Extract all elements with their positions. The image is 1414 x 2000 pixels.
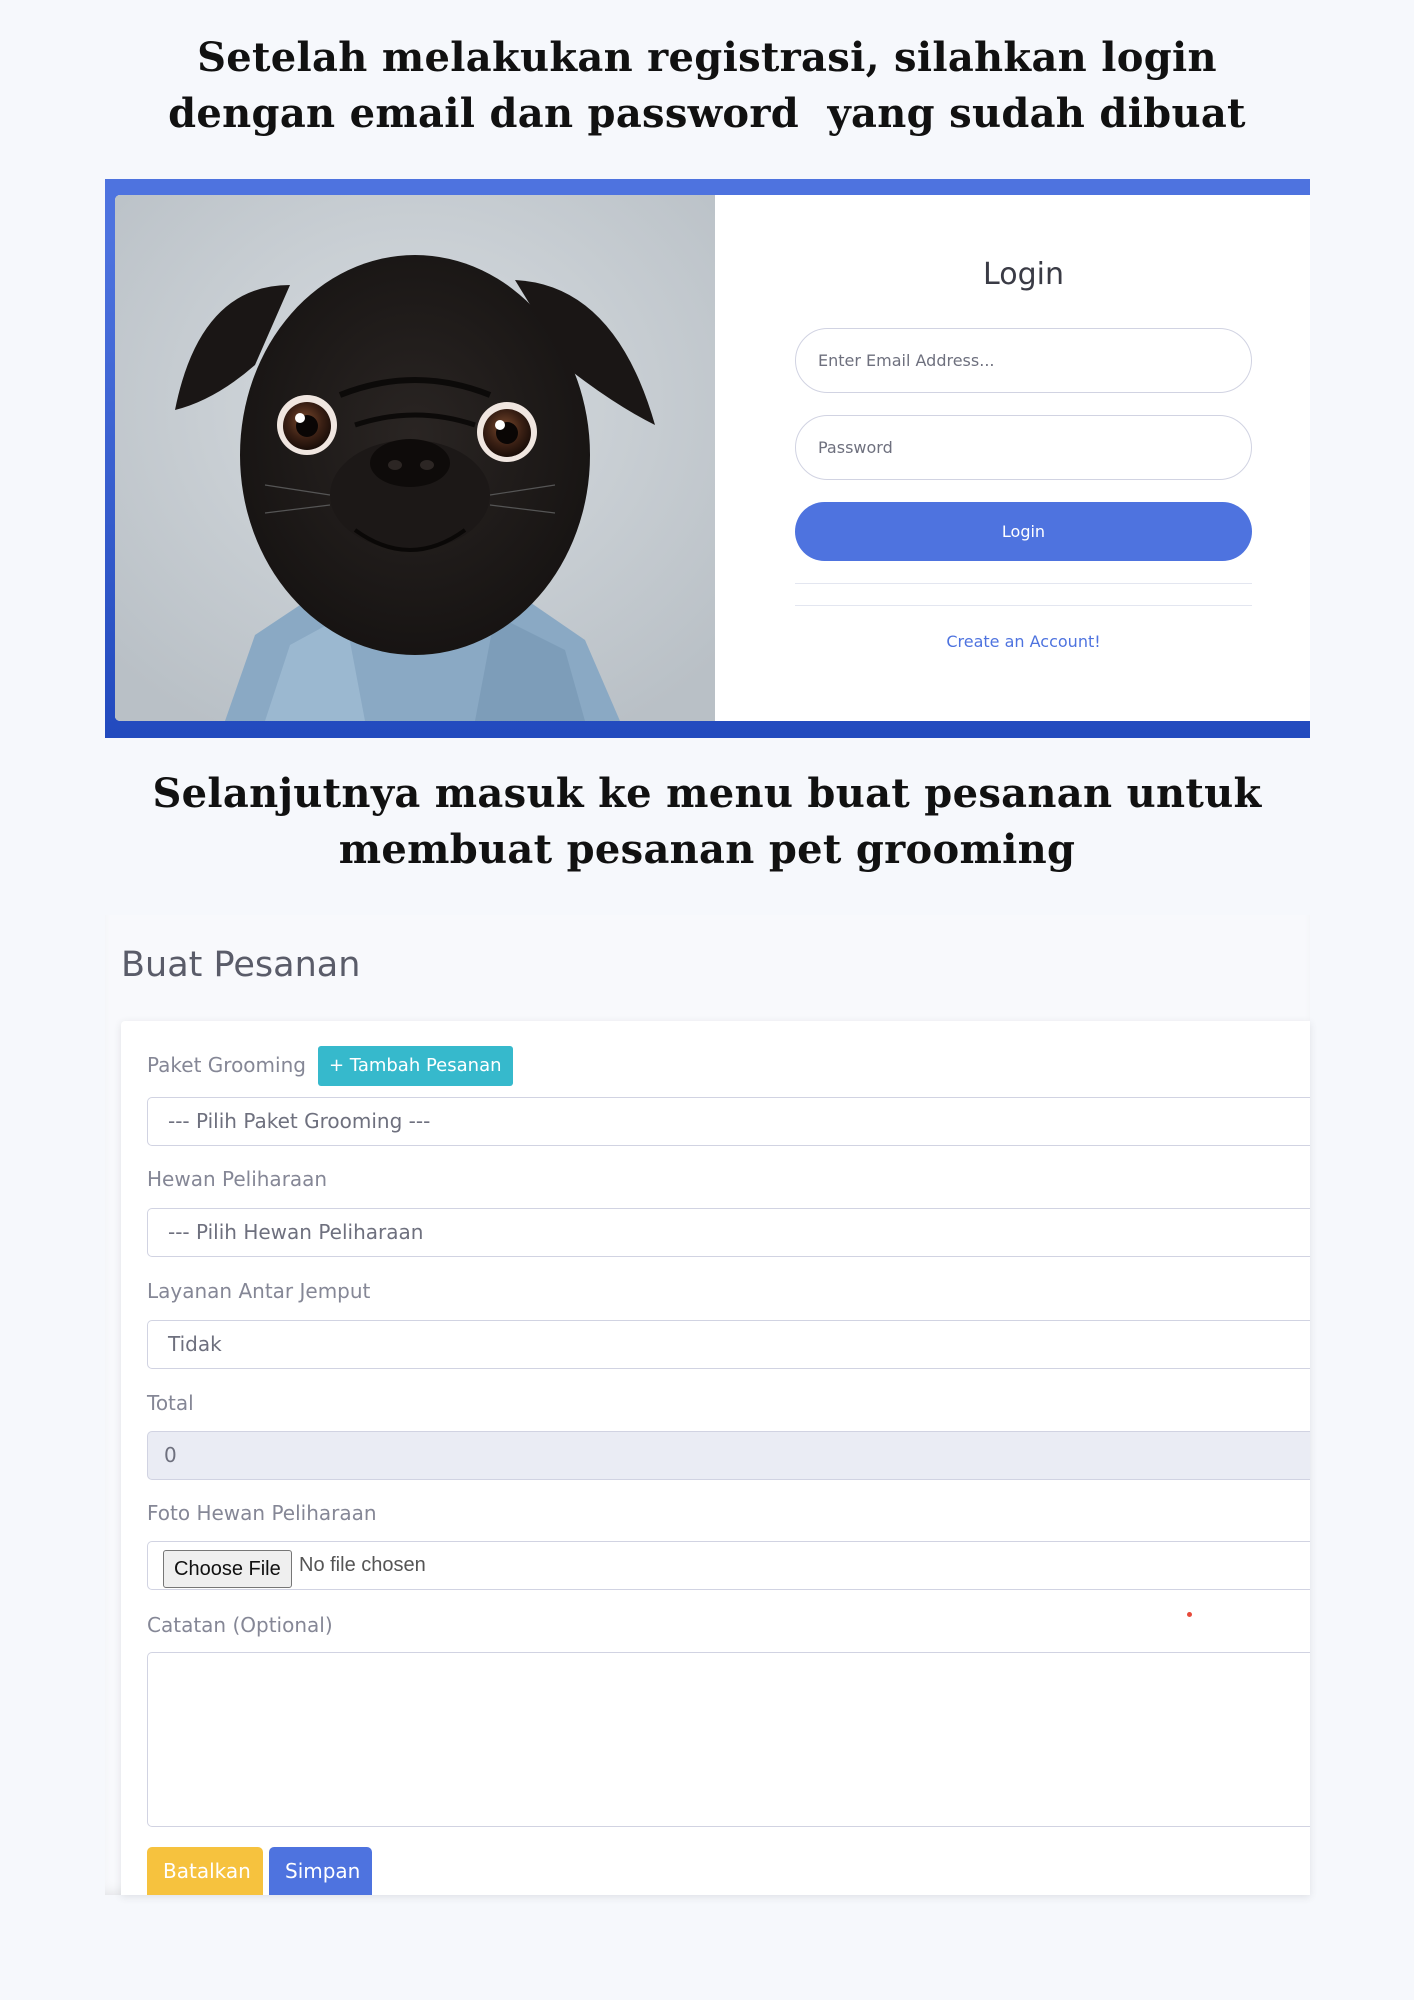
divider xyxy=(795,605,1252,606)
login-page-screenshot: Login Login Create an Account! xyxy=(105,179,1310,738)
foto-hewan-label: Foto Hewan Peliharaan xyxy=(147,1501,377,1525)
cursor-dot xyxy=(1187,1612,1192,1617)
paket-grooming-label: Paket Grooming xyxy=(147,1053,306,1077)
catatan-label: Catatan (Optional) xyxy=(147,1613,333,1637)
hewan-peliharaan-label: Hewan Peliharaan xyxy=(147,1167,328,1191)
total-label: Total xyxy=(147,1391,194,1415)
password-input[interactable] xyxy=(795,415,1252,480)
divider xyxy=(795,583,1252,584)
no-file-text: No file chosen xyxy=(299,1554,426,1576)
heading-line: Selanjutnya masuk ke menu buat pesanan u… xyxy=(152,770,1262,817)
login-card: Login Login Create an Account! xyxy=(115,195,1310,721)
login-instruction-heading: Setelah melakukan registrasi, silahkan l… xyxy=(0,30,1414,142)
catatan-textarea[interactable] xyxy=(147,1652,1310,1827)
pug-dog-photo xyxy=(115,195,715,721)
tambah-pesanan-button[interactable]: + Tambah Pesanan xyxy=(318,1046,513,1086)
heading-line: Setelah melakukan registrasi, silahkan l… xyxy=(197,34,1217,81)
create-account-link[interactable]: Create an Account! xyxy=(795,632,1252,651)
heading-line: membuat pesanan pet grooming xyxy=(338,826,1076,873)
page-title: Buat Pesanan xyxy=(121,945,361,985)
antar-jemput-select[interactable]: Tidak xyxy=(147,1320,1310,1369)
email-input[interactable] xyxy=(795,328,1252,393)
choose-file-button[interactable]: Choose File xyxy=(163,1550,292,1588)
order-form-card: Paket Grooming + Tambah Pesanan --- Pili… xyxy=(121,1021,1310,1895)
hewan-peliharaan-select[interactable]: --- Pilih Hewan Peliharaan xyxy=(147,1208,1310,1257)
login-button[interactable]: Login xyxy=(795,502,1252,561)
order-instruction-heading: Selanjutnya masuk ke menu buat pesanan u… xyxy=(0,766,1414,878)
order-page-screenshot: Buat Pesanan Paket Grooming + Tambah Pes… xyxy=(105,915,1310,1895)
total-field: 0 xyxy=(147,1431,1310,1480)
login-title: Login xyxy=(983,257,1064,292)
foto-file-input[interactable]: Choose File No file chosen xyxy=(147,1541,1310,1590)
simpan-button[interactable]: Simpan xyxy=(269,1847,372,1895)
heading-line: dengan email dan password yang sudah dib… xyxy=(168,90,1246,137)
batalkan-button[interactable]: Batalkan xyxy=(147,1847,263,1895)
login-form: Login Login Create an Account! xyxy=(715,195,1310,721)
paket-grooming-select[interactable]: --- Pilih Paket Grooming --- xyxy=(147,1097,1310,1146)
antar-jemput-label: Layanan Antar Jemput xyxy=(147,1279,371,1303)
